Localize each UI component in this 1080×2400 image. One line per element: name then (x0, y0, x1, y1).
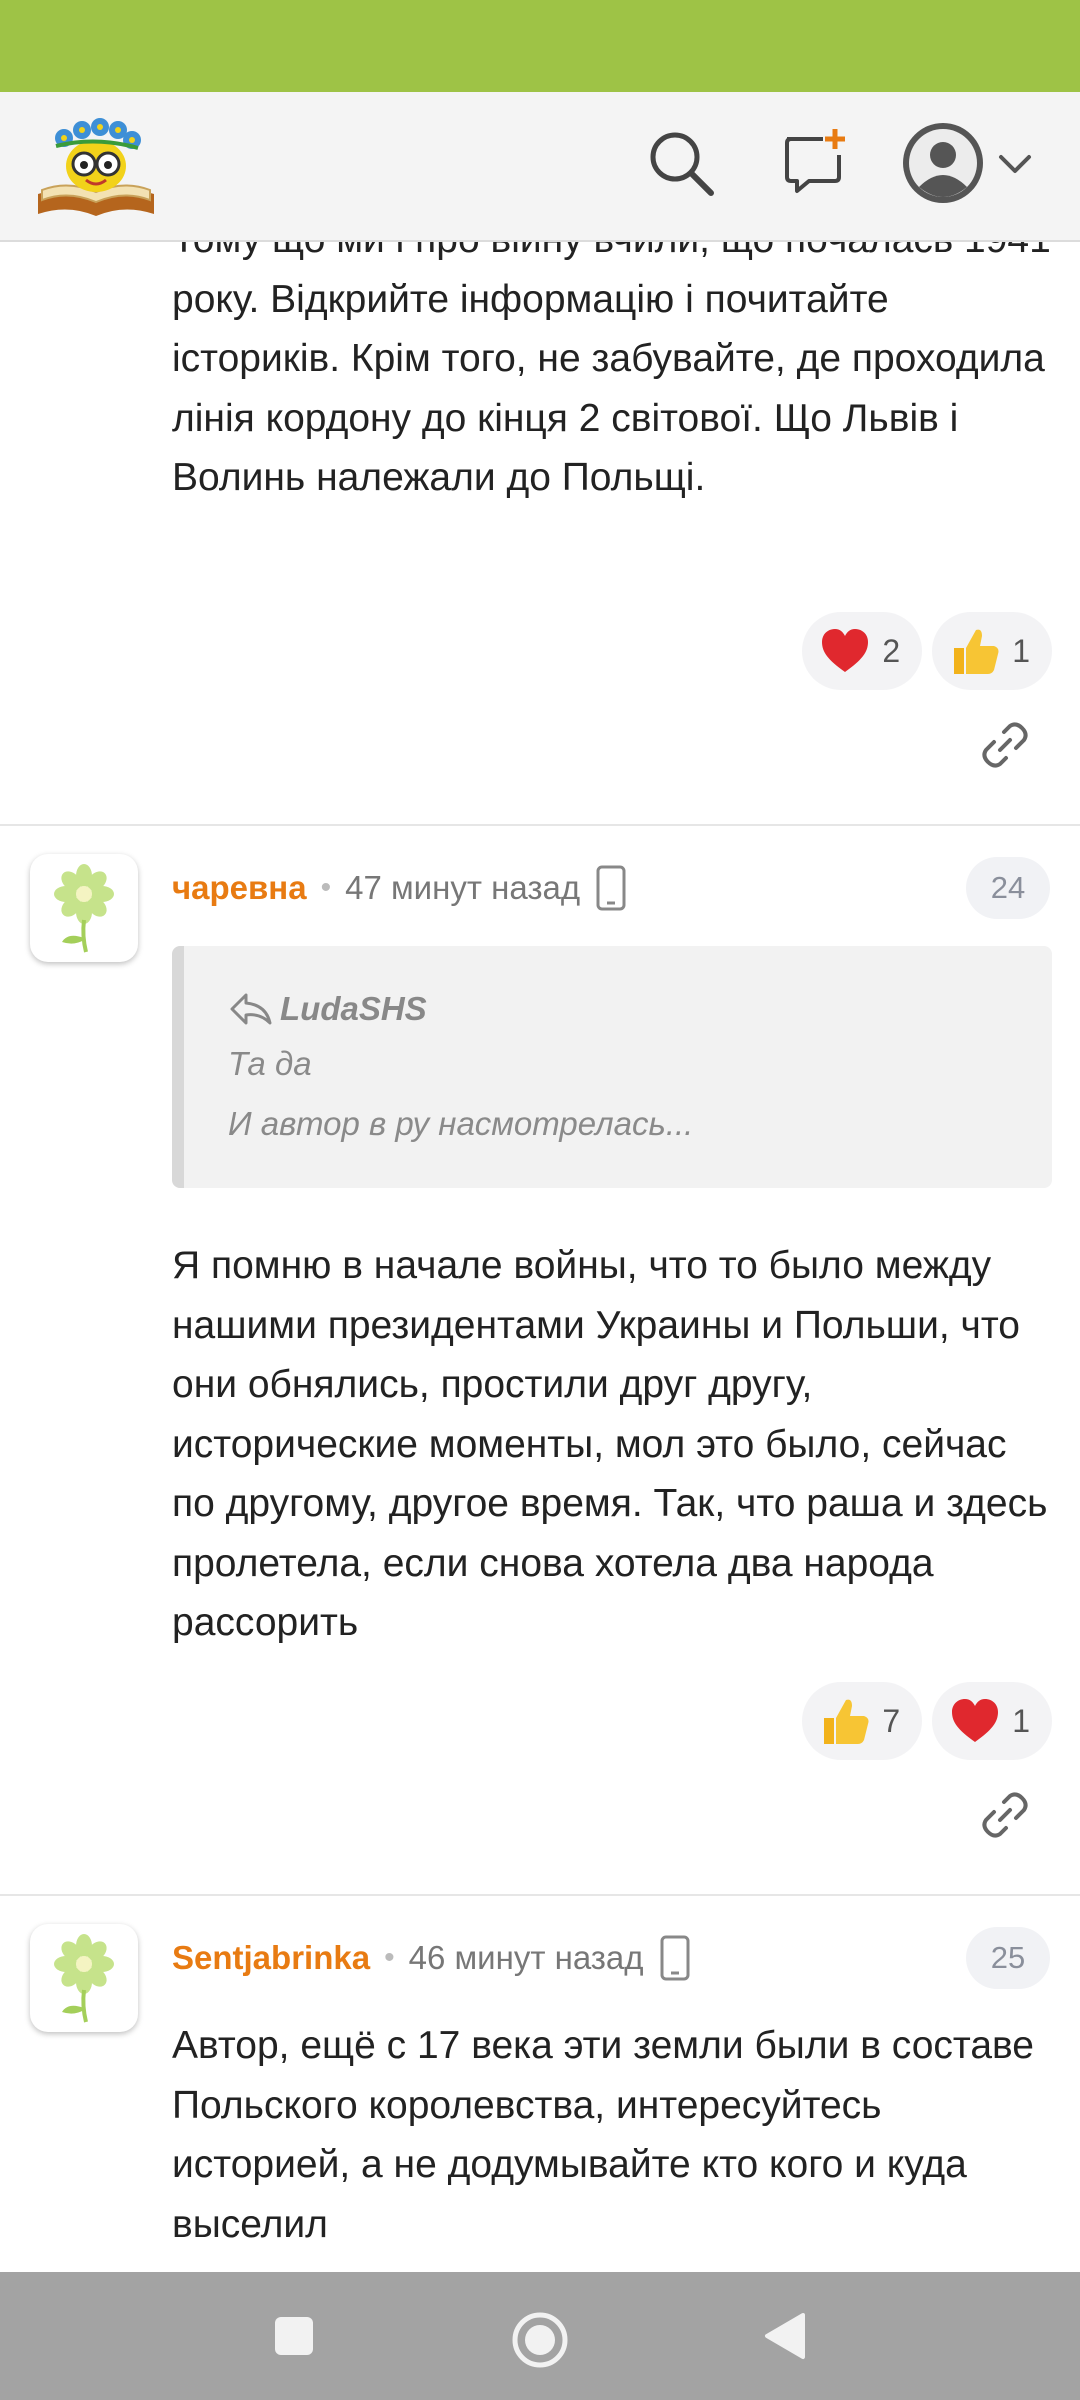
comment-text: Автор, ещё с 17 века эти земли были в со… (172, 2024, 1034, 2246)
reaction-count: 1 (1012, 632, 1030, 669)
square-icon (275, 2317, 313, 2355)
link-icon[interactable] (978, 718, 1032, 772)
thumbs-up-icon (954, 629, 999, 674)
quote-author-row: LudaSHS (228, 984, 1052, 1034)
phone-icon (660, 1935, 690, 1981)
book-logo[interactable] (34, 110, 158, 222)
thumbs-up-icon (824, 1699, 869, 1744)
profile-menu-button[interactable] (898, 118, 1038, 208)
reply-icon (230, 993, 272, 1025)
meta-dot: • (384, 1941, 395, 1974)
status-bar (0, 0, 1080, 92)
reaction-count: 2 (882, 632, 901, 669)
heart-icon (952, 1699, 999, 1742)
flower-avatar-icon (54, 864, 114, 953)
reactions-bar: 2 1 (802, 612, 1052, 690)
home-button[interactable] (508, 2308, 572, 2372)
new-post-icon (785, 129, 845, 193)
back-button[interactable] (756, 2308, 812, 2364)
new-post-button[interactable] (774, 122, 856, 204)
app-header (0, 92, 1080, 242)
comment-separator (0, 1894, 1080, 1896)
comment-text: Тому що ми і про війну вчили, що почалас… (172, 240, 1051, 499)
search-icon (650, 132, 714, 196)
comment-separator (0, 824, 1080, 826)
triangle-back-icon (765, 2313, 805, 2359)
comment-meta: Sentjabrinka • 46 минут назад (172, 1928, 690, 1988)
avatar[interactable] (30, 854, 138, 962)
recents-button[interactable] (266, 2308, 322, 2364)
search-button[interactable] (640, 122, 722, 204)
username[interactable]: чаревна (172, 869, 307, 907)
reactions-bar: 7 1 (802, 1682, 1052, 1760)
reaction-count: 7 (882, 1702, 901, 1739)
quote-author[interactable]: LudaSHS (280, 990, 427, 1028)
reaction-thumbs-up[interactable]: 7 (802, 1682, 923, 1760)
reaction-heart[interactable]: 1 (932, 1682, 1052, 1760)
reaction-heart[interactable]: 2 (802, 612, 923, 690)
username[interactable]: Sentjabrinka (172, 1939, 370, 1977)
reaction-count: 1 (1012, 1702, 1030, 1739)
comments-feed[interactable]: Тому що ми і про війну вчили, що почалас… (0, 240, 1080, 2272)
comment-meta: чаревна • 47 минут назад (172, 858, 626, 918)
link-icon[interactable] (978, 1788, 1032, 1842)
quote-line: Та да (228, 1045, 312, 1082)
timestamp: 47 минут назад (345, 869, 581, 906)
comment-text: Я помню в начале войны, что то было межд… (172, 1244, 1048, 1644)
circle-icon (512, 2312, 568, 2368)
flower-avatar-icon (54, 1934, 114, 2023)
timestamp: 46 минут назад (408, 1939, 644, 1976)
comment-number[interactable]: 25 (966, 1927, 1050, 1989)
quote-block: LudaSHS Та да И автор в ру насмотрелась.… (172, 946, 1052, 1188)
phone-icon (596, 865, 626, 911)
chevron-down-icon (999, 155, 1031, 173)
heart-icon (822, 629, 869, 672)
reaction-thumbs-up[interactable]: 1 (932, 612, 1052, 690)
quote-line: И автор в ру насмотрелась... (228, 1105, 694, 1142)
avatar-icon (903, 123, 983, 203)
comment-number[interactable]: 24 (966, 857, 1050, 919)
meta-dot: • (320, 871, 332, 904)
avatar[interactable] (30, 1924, 138, 2032)
system-nav-bar (0, 2272, 1080, 2400)
